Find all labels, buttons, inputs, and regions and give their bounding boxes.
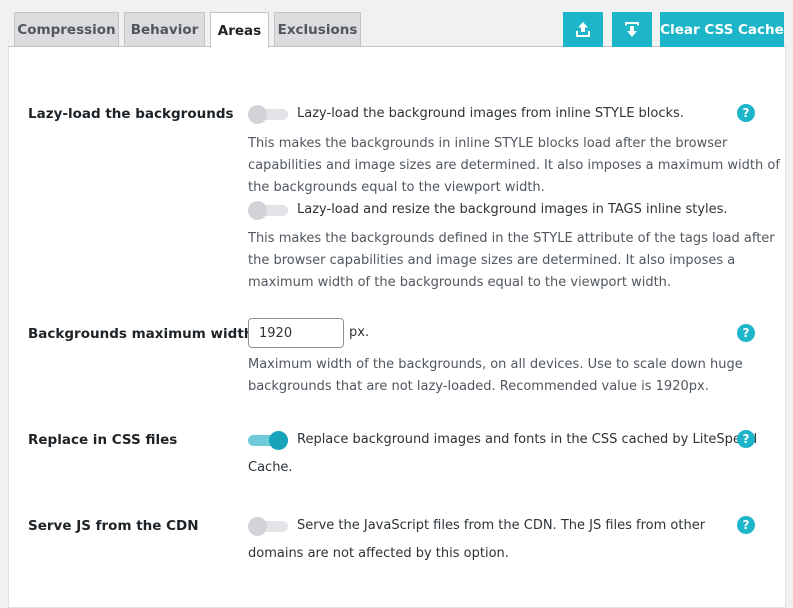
tab-compression[interactable]: Compression <box>14 12 119 46</box>
serve-js-label: Serve JS from the CDN <box>28 518 199 534</box>
export-settings-button[interactable] <box>563 12 603 47</box>
tab-behavior[interactable]: Behavior <box>124 12 205 46</box>
max-width-label: Backgrounds maximum width <box>28 326 254 342</box>
max-width-input[interactable] <box>248 318 344 348</box>
tab-exclusions[interactable]: Exclusions <box>274 12 361 46</box>
max-width-description: Maximum width of the backgrounds, on all… <box>248 357 743 394</box>
tab-bar: Compression Behavior Areas Exclusions Cl… <box>0 0 793 48</box>
toggle-knob <box>248 105 267 124</box>
download-icon <box>625 21 639 37</box>
lazy-load-style-blocks-toggle[interactable] <box>248 104 288 124</box>
lazy-load-style-blocks-description: This makes the backgrounds in inline STY… <box>248 136 780 195</box>
import-settings-button[interactable] <box>612 12 652 47</box>
replace-css-toggle[interactable] <box>248 430 288 450</box>
lazy-load-style-blocks-text: Lazy-load the background images from inl… <box>297 106 684 121</box>
lazy-load-tags-inline-description: This makes the backgrounds defined in th… <box>248 231 775 290</box>
replace-css-label: Replace in CSS files <box>28 432 178 448</box>
clear-css-cache-button[interactable]: Clear CSS Cache <box>660 12 784 47</box>
serve-js-toggle[interactable] <box>248 516 288 536</box>
replace-css-text: Replace background images and fonts in t… <box>297 432 758 447</box>
help-icon[interactable]: ? <box>737 430 755 448</box>
serve-js-text-continued: domains are not affected by this option. <box>248 546 509 561</box>
replace-css-text-continued: Cache. <box>248 460 293 475</box>
toggle-knob <box>248 517 267 536</box>
lazy-load-tags-inline-toggle[interactable] <box>248 200 288 220</box>
serve-js-text: Serve the JavaScript files from the CDN.… <box>297 518 706 533</box>
help-icon[interactable]: ? <box>737 324 755 342</box>
tab-areas[interactable]: Areas <box>210 12 269 48</box>
toggle-knob <box>248 201 267 220</box>
max-width-unit: px. <box>349 325 370 340</box>
lazy-load-tags-inline-text: Lazy-load and resize the background imag… <box>297 202 728 217</box>
upload-icon <box>576 21 590 37</box>
help-icon[interactable]: ? <box>737 516 755 534</box>
lazy-load-label: Lazy-load the backgrounds <box>28 106 234 122</box>
toggle-knob <box>269 431 288 450</box>
help-icon[interactable]: ? <box>737 104 755 122</box>
